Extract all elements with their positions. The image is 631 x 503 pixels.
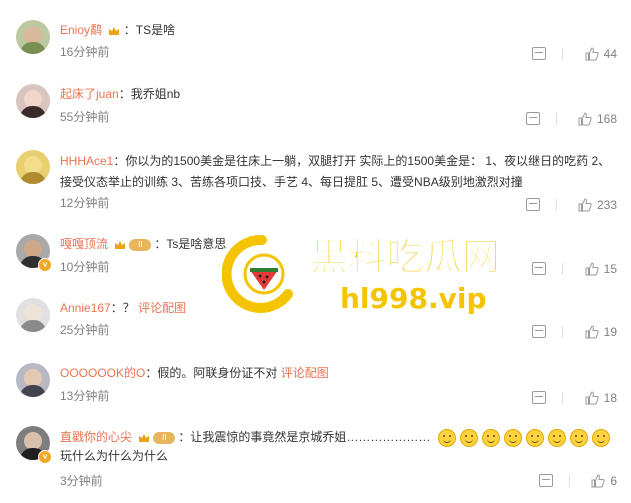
comment-actions: 233 [508,197,617,212]
reply-icon[interactable] [525,112,540,126]
smile-emoji-icon [437,428,456,447]
smile-emoji-icon [569,428,588,447]
avatar[interactable] [16,20,50,54]
reply-icon[interactable] [532,262,547,276]
timestamp: 25分钟前 [60,323,110,337]
thumbs-up-icon [578,112,592,126]
smile-emoji-icon [591,428,610,447]
like-button[interactable]: 6 [591,473,617,488]
user-name[interactable]: HHHAce1 [60,154,113,168]
avatar[interactable] [16,84,50,118]
like-button[interactable]: 15 [585,261,617,276]
comment-text: 玩什么为什么为什么 [60,449,169,463]
level-badge: II [129,238,152,251]
user-name[interactable]: Enioy鹬 [60,23,102,37]
smile-emoji-icon [525,428,544,447]
comment-line: Annie167：？ 评论配图 [60,299,186,317]
comment-text: Ts是啥意思 [166,237,227,251]
watermark-url: hl998.vip [340,282,487,315]
user-name[interactable]: Annie167 [60,301,111,315]
like-count: 233 [596,198,617,213]
member-crown-icon [115,240,126,249]
reply-icon[interactable] [532,391,547,405]
comment-image-link[interactable]: 评论配图 [281,366,329,380]
like-count: 44 [603,47,617,62]
member-crown-icon [139,433,150,442]
verified-badge: v [38,450,52,464]
user-name[interactable]: 嘎嘎顶流 [60,237,108,251]
like-button[interactable]: 233 [578,197,617,212]
watermark-title: 黑料吃瓜网 [310,235,500,279]
verified-badge: v [38,258,52,272]
thumbs-up-icon [585,325,599,339]
like-count: 15 [603,262,617,277]
reply-icon[interactable] [525,198,540,212]
timestamp: 3分钟前 [60,474,103,488]
comment-text: 假的。阿联身份证不对 [157,366,278,380]
like-count: 168 [596,112,617,127]
smile-emoji-icon [481,428,500,447]
watermark: 黑料吃瓜网 hl998.vip [222,234,501,315]
comment-line: 直戳你的心尖 II ：让我震惊的事竟然是京城乔姐………………… [60,427,610,447]
comment-actions: 19 [514,324,617,339]
like-count: 19 [603,325,617,340]
thumbs-up-icon [591,474,605,488]
separator: ： [113,154,126,168]
comment-line: OOOOOOK的O：假的。阿联身份证不对 评论配图 [60,364,329,382]
like-button[interactable]: 18 [585,390,617,405]
comment-text: 让我震惊的事竟然是京城乔姐………………… [190,430,431,444]
thumbs-up-icon [585,262,599,276]
separator: ： [178,430,191,444]
user-name[interactable]: OOOOOOK的O [60,366,145,380]
thumbs-up-icon [585,391,599,405]
separator: ： [118,87,131,101]
comment-line: 起床了juan：我乔姐nb [60,85,180,103]
timestamp: 10分钟前 [60,260,110,274]
comment-actions: 6 [521,473,617,488]
comment-text: 我乔姐nb [130,87,181,101]
comment-text: ？ [122,301,135,315]
avatar[interactable] [16,363,50,397]
avatar[interactable] [16,298,50,332]
timestamp: 13分钟前 [60,389,110,403]
comment-image-link[interactable]: 评论配图 [138,301,186,315]
comment-text: TS是啥 [135,23,176,37]
timestamp: 16分钟前 [60,45,110,59]
reply-icon[interactable] [532,47,547,61]
separator: ： [145,366,158,380]
smile-emoji-icon [459,428,478,447]
like-button[interactable]: 19 [585,324,617,339]
comment-actions: 15 [514,261,617,276]
like-count: 6 [610,474,617,489]
like-count: 18 [603,391,617,406]
comment-actions: 168 [508,111,617,126]
separator: ： [110,301,123,315]
user-name[interactable]: 起床了juan [60,87,119,101]
member-crown-icon [109,26,120,35]
smile-emoji-icon [503,428,522,447]
smile-emoji-icon [547,428,566,447]
timestamp: 55分钟前 [60,110,110,124]
reply-icon[interactable] [538,474,553,488]
comment-line: HHHAce1：你以为的1500美金是往床上一躺，双腿打开 实际上的1500美金… [60,151,620,193]
comment-text-continued: 玩什么为什么为什么 [60,447,168,465]
like-button[interactable]: 168 [578,111,617,126]
like-button[interactable]: 44 [585,46,617,61]
reply-icon[interactable] [532,325,547,339]
thumbs-up-icon [585,47,599,61]
comment-text: 你以为的1500美金是往床上一躺，双腿打开 实际上的1500美金是： 1、夜以继… [60,154,611,189]
separator: ： [154,237,167,251]
level-badge: II [153,431,176,444]
comment-actions: 44 [514,46,617,61]
watermark-logo-icon [222,234,293,313]
comment-line: Enioy鹬 ：TS是啥 [60,21,175,39]
timestamp: 12分钟前 [60,196,110,210]
thumbs-up-icon [578,198,592,212]
avatar[interactable] [16,150,50,184]
user-name[interactable]: 直戳你的心尖 [60,430,132,444]
comment-line: 嘎嘎顶流 II ：Ts是啥意思 [60,235,226,253]
comment-actions: 18 [514,390,617,405]
separator: ： [123,23,136,37]
